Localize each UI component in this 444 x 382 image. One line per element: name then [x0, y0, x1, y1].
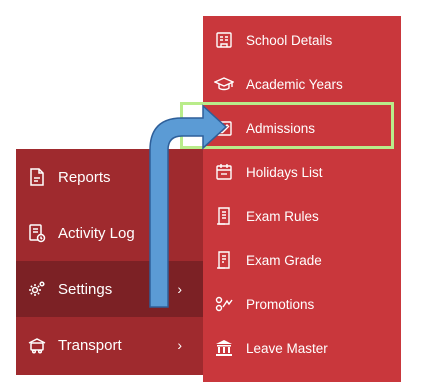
pointer-arrow [149, 104, 228, 308]
